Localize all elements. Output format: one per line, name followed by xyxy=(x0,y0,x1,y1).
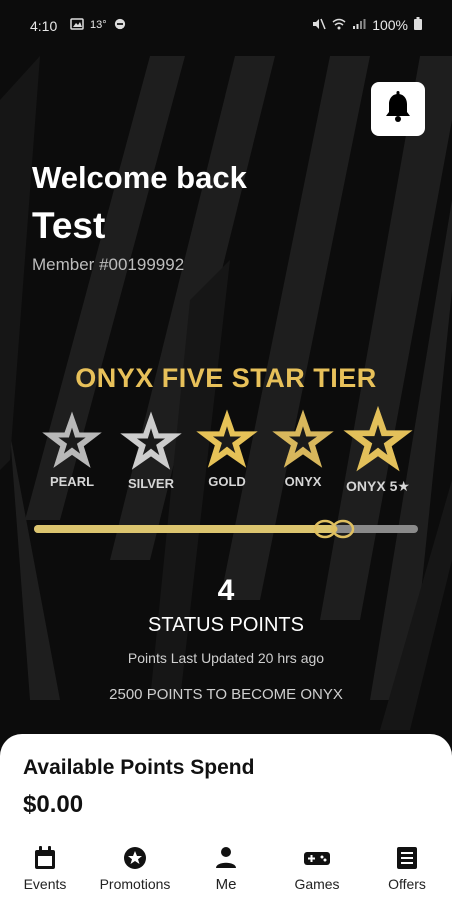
star-badge-icon xyxy=(90,846,180,870)
nav-promotions-label: Promotions xyxy=(99,876,171,892)
onyx-star-icon xyxy=(268,408,338,470)
tier-gold: GOLD xyxy=(192,408,262,489)
status-bar: 4:10 13° 100% xyxy=(0,0,452,56)
nav-offers-label: Offers xyxy=(388,876,426,892)
tier-label-onyx: ONYX xyxy=(284,474,322,489)
wifi-icon xyxy=(332,17,346,33)
member-number: Member #00199992 xyxy=(32,255,185,274)
nav-promotions[interactable]: Promotions xyxy=(90,846,180,892)
signal-icon xyxy=(352,17,366,33)
points-updated-text: Points Last Updated 20 hrs ago xyxy=(127,650,325,666)
tier-progress-bar xyxy=(34,519,418,539)
status-points-label: STATUS POINTS xyxy=(148,614,304,636)
tier-title: ONYX FIVE STAR TIER xyxy=(75,363,377,393)
mute-icon xyxy=(312,17,326,33)
bell-icon xyxy=(383,90,413,128)
ribbon-knot-icon xyxy=(312,515,356,543)
status-time: 4:10 xyxy=(30,18,58,34)
tier-label-onyx-5: ONYX 5★ xyxy=(346,478,410,494)
tier-silver: SILVER xyxy=(114,410,188,491)
nav-events-label: Events xyxy=(23,876,67,892)
nav-events[interactable]: Events xyxy=(0,846,90,892)
tier-label-silver: SILVER xyxy=(128,476,174,491)
points-to-next-tier: 2500 POINTS TO BECOME ONYX xyxy=(109,686,343,703)
welcome-heading: Welcome back xyxy=(32,160,247,195)
tier-label-pearl: PEARL xyxy=(49,474,95,489)
tier-stars: PEARL SILVER GOLD ONYX ONYX 5★ xyxy=(34,404,424,504)
gamepad-icon xyxy=(272,846,362,870)
bottom-nav: Events Promotions Me Games Offers xyxy=(0,846,452,900)
tier-label-gold: GOLD xyxy=(208,474,246,489)
notifications-button[interactable] xyxy=(371,82,425,136)
user-name: Test xyxy=(32,205,106,246)
calendar-icon xyxy=(0,846,90,870)
onyx-5-star-icon xyxy=(337,404,419,474)
battery-text: 100% xyxy=(372,17,408,33)
tier-progress-fill xyxy=(34,525,334,533)
tier-onyx: ONYX xyxy=(268,408,338,489)
temperature-icon: 13° xyxy=(90,19,107,31)
tier-pearl: PEARL xyxy=(37,410,107,489)
silver-star-icon xyxy=(114,410,188,472)
nav-offers[interactable]: Offers xyxy=(362,846,452,892)
points-spend-title: Available Points Spend xyxy=(23,756,255,779)
minus-circle-icon xyxy=(113,17,127,33)
nav-me[interactable]: Me xyxy=(181,846,271,893)
tier-onyx-5: ONYX 5★ xyxy=(337,404,419,495)
pearl-star-icon xyxy=(37,410,107,470)
gold-star-icon xyxy=(192,408,262,470)
nav-games[interactable]: Games xyxy=(272,846,362,892)
status-points-value: 4 xyxy=(217,574,235,607)
nav-me-label: Me xyxy=(215,876,237,893)
battery-icon xyxy=(414,17,422,33)
points-spend-amount: $0.00 xyxy=(23,791,84,818)
person-icon xyxy=(181,846,271,870)
list-icon xyxy=(362,846,452,870)
image-icon xyxy=(70,17,84,33)
points-spend-sheet: Available Points Spend $0.00 Events Prom… xyxy=(0,734,452,900)
nav-games-label: Games xyxy=(294,876,340,892)
